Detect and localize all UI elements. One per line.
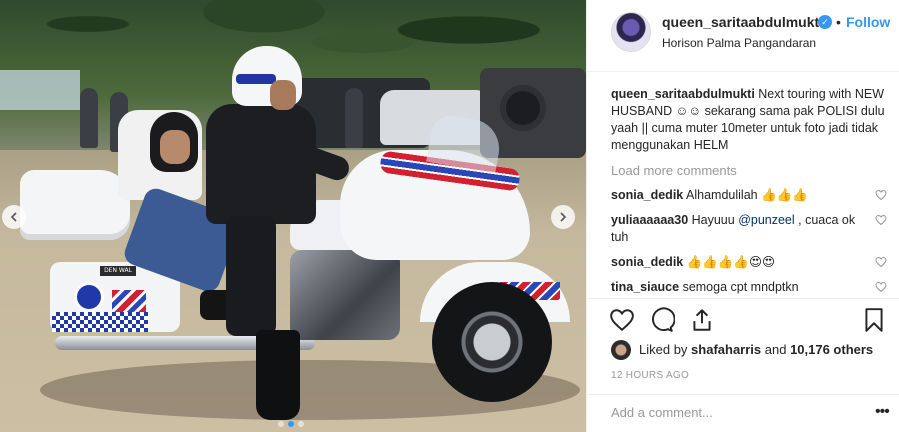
rider-leg <box>226 216 276 336</box>
comment-username[interactable]: sonia_dedik <box>611 188 683 202</box>
carousel-next-button[interactable] <box>551 205 575 229</box>
likes-row: Liked by shafaharris and 10,176 others <box>611 338 891 362</box>
likes-prefix: Liked by <box>639 342 692 357</box>
comment-like-heart-icon[interactable] <box>875 256 887 268</box>
location-link[interactable]: Horison Palma Pangandaran <box>662 36 816 50</box>
rider-boot <box>256 330 300 420</box>
chevron-left-icon <box>10 212 17 222</box>
action-bar <box>587 298 899 338</box>
comment-text: 👍👍👍👍😍😍 <box>683 255 776 269</box>
share-upload-icon <box>693 309 711 331</box>
chevron-right-icon <box>560 212 567 222</box>
carousel-prev-button[interactable] <box>2 205 26 229</box>
save-button[interactable] <box>861 307 887 333</box>
post-side-panel: queen_saritaabdulmukti ✓ • Follow Horiso… <box>586 0 899 432</box>
comment-username[interactable]: tina_siauce <box>611 280 679 294</box>
carousel-dot <box>278 421 284 427</box>
load-more-comments-button[interactable]: Load more comments <box>611 162 887 179</box>
comment-bubble-icon <box>651 307 676 332</box>
carousel-dot <box>298 421 304 427</box>
header-separator: • <box>836 14 841 30</box>
comment-item: tina_siauce semoga cpt mndptkn <box>611 279 887 294</box>
carousel-dot <box>288 421 294 427</box>
background-sky <box>0 70 80 110</box>
comment-like-heart-icon[interactable] <box>875 281 887 293</box>
follow-button[interactable]: Follow <box>846 14 890 30</box>
comment-username[interactable]: sonia_dedik <box>611 255 683 269</box>
add-comment-input[interactable] <box>611 405 851 420</box>
rider-face <box>270 80 296 110</box>
comment-like-heart-icon[interactable] <box>875 214 887 226</box>
liker-avatar[interactable] <box>611 340 631 360</box>
heart-icon <box>610 309 634 332</box>
header-username[interactable]: queen_saritaabdulmukti <box>662 14 823 30</box>
spare-wheel <box>500 85 546 131</box>
comment-button[interactable] <box>649 307 676 333</box>
post-timestamp[interactable]: 12 HOURS AGO <box>611 370 689 381</box>
bike-front-wheel <box>432 282 552 402</box>
comment-item: sonia_dedik Alhamdulilah 👍👍👍 <box>611 187 887 204</box>
passenger <box>112 60 198 210</box>
bike-checker-pattern <box>52 312 148 332</box>
pedestrian <box>345 88 363 148</box>
bookmark-icon <box>865 308 883 332</box>
user-avatar[interactable] <box>611 12 651 52</box>
rider-helmet-band <box>236 74 276 84</box>
comment-items: sonia_dedik Alhamdulilah 👍👍👍 yuliaaaaaa30… <box>611 187 887 294</box>
likes-count[interactable]: 10,176 others <box>790 342 873 357</box>
pedestrian <box>80 88 98 148</box>
bike-stripes <box>112 290 146 312</box>
comment-text: Alhamdulilah 👍👍👍 <box>683 188 808 202</box>
verified-badge-icon: ✓ <box>818 15 832 29</box>
post-caption: queen_saritaabdulmukti Next touring with… <box>611 86 887 154</box>
post-photo[interactable]: DEN WAL <box>0 0 586 432</box>
like-button[interactable] <box>609 307 635 333</box>
share-button[interactable] <box>689 307 715 333</box>
caption-username[interactable]: queen_saritaabdulmukti <box>611 87 755 101</box>
comment-like-heart-icon[interactable] <box>875 189 887 201</box>
comment-item: yuliaaaaaa30 Hayuuu @punzeel , cuaca ok … <box>611 212 887 246</box>
comment-mention[interactable]: @punzeel <box>738 213 794 227</box>
comment-text: Hayuuu <box>688 213 739 227</box>
passenger-face <box>160 130 190 164</box>
add-comment-bar: ••• <box>587 394 899 432</box>
likes-and: and <box>761 342 791 357</box>
likes-summary[interactable]: Liked by shafaharris and 10,176 others <box>639 342 873 357</box>
comments-list[interactable]: queen_saritaabdulmukti Next touring with… <box>611 86 887 294</box>
comment-username[interactable]: yuliaaaaaa30 <box>611 213 688 227</box>
likes-username[interactable]: shafaharris <box>691 342 761 357</box>
bike-engine <box>290 250 400 340</box>
more-options-button[interactable]: ••• <box>875 403 890 421</box>
carousel-dots <box>278 421 304 427</box>
comment-item: sonia_dedik 👍👍👍👍😍😍 <box>611 254 887 271</box>
post-header: queen_saritaabdulmukti ✓ • Follow Horiso… <box>587 0 899 72</box>
comment-text: semoga cpt mndptkn <box>679 280 799 294</box>
bike-plate: DEN WAL <box>100 266 136 276</box>
police-emblem-icon <box>74 282 104 312</box>
